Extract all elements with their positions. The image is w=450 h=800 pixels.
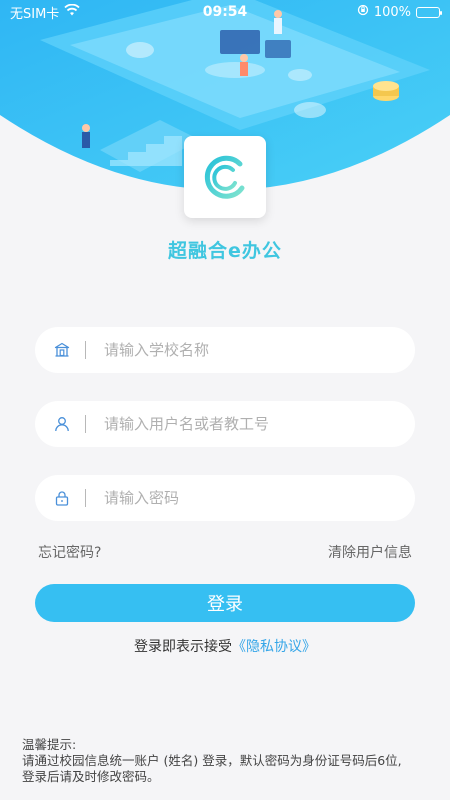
- school-icon: [35, 342, 85, 358]
- login-button[interactable]: 登录: [35, 584, 415, 622]
- warm-tips: 温馨提示: 请通过校园信息统一账户 (姓名) 登录，默认密码为身份证号码后6位,…: [22, 737, 432, 785]
- warm-tips-line-1: 请通过校园信息统一账户 (姓名) 登录，默认密码为身份证号码后6位,: [22, 753, 402, 768]
- warm-tips-line-2: 登录后请及时修改密码。: [22, 769, 160, 784]
- app-logo: [184, 136, 266, 218]
- lock-icon: [35, 490, 85, 506]
- status-time: 09:54: [202, 4, 248, 20]
- forgot-password-link[interactable]: 忘记密码?: [38, 542, 101, 562]
- username-input[interactable]: [104, 415, 415, 433]
- warm-tips-title: 温馨提示:: [22, 737, 77, 752]
- carrier-label: 无SIM卡: [10, 6, 60, 22]
- battery-icon: [416, 6, 442, 18]
- field-separator: [85, 415, 86, 433]
- password-input[interactable]: [104, 489, 415, 507]
- clear-user-info-link[interactable]: 清除用户信息: [328, 542, 412, 562]
- app-name: 超融合e办公: [168, 240, 282, 262]
- username-field[interactable]: [35, 401, 415, 447]
- school-input[interactable]: [104, 341, 415, 359]
- agreement-prefix: 登录即表示接受: [134, 639, 232, 655]
- agreement-text: 登录即表示接受《隐私协议》: [0, 636, 450, 656]
- user-icon: [35, 416, 85, 432]
- auxiliary-links: 忘记密码? 清除用户信息: [38, 542, 412, 562]
- app-logo-icon: [204, 155, 245, 199]
- school-field[interactable]: [35, 327, 415, 373]
- status-bar: 无SIM卡 09:54 100%: [0, 0, 450, 24]
- privacy-policy-link[interactable]: 《隐私协议》: [232, 639, 316, 655]
- orientation-lock-icon: [357, 4, 369, 20]
- battery-percent: 100%: [373, 4, 411, 20]
- password-field[interactable]: [35, 475, 415, 521]
- field-separator: [85, 489, 86, 507]
- wifi-icon: [64, 3, 80, 20]
- field-separator: [85, 341, 86, 359]
